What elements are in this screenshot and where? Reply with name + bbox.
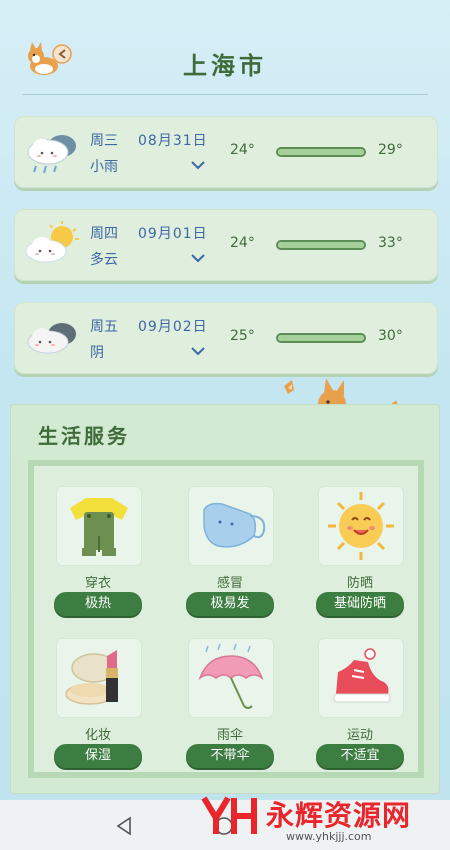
- watermark-name: 永辉资源网: [266, 799, 412, 832]
- mask-icon: [203, 502, 266, 548]
- service-tile: [318, 638, 404, 718]
- service-value-badge: 极易发: [186, 592, 274, 616]
- life-services-panel: 生活服务 穿衣 极热 感冒 极易发 防晒 基础防晒 化妆 保湿 雨伞 不带伞 运…: [10, 404, 440, 794]
- service-value-badge: 基础防晒: [316, 592, 404, 616]
- temp-max: 30°: [378, 328, 403, 344]
- service-label: 化妆: [84, 728, 111, 743]
- partly-cloudy-icon: [25, 221, 79, 263]
- temp-max: 33°: [378, 235, 403, 251]
- page-title: 上海市: [183, 52, 267, 80]
- service-value-badge: 极热: [54, 592, 142, 616]
- service-label: 感冒: [216, 576, 243, 591]
- forecast-weekday: 周三: [90, 133, 118, 149]
- service-label: 运动: [346, 728, 373, 743]
- chevron-down-icon[interactable]: [190, 158, 206, 172]
- service-cold[interactable]: 感冒 极易发: [180, 480, 280, 630]
- life-services-grid: 穿衣 极热 感冒 极易发 防晒 基础防晒 化妆 保湿 雨伞 不带伞 运动 不适宜: [28, 460, 424, 778]
- clothing-icon: [70, 498, 128, 556]
- header-divider: [22, 94, 428, 95]
- forecast-condition: 小雨: [90, 159, 118, 175]
- service-label: 雨伞: [216, 728, 243, 743]
- nav-back-icon[interactable]: [112, 814, 136, 838]
- life-services-title: 生活服务: [38, 424, 130, 448]
- chevron-down-icon[interactable]: [190, 344, 206, 358]
- service-label: 穿衣: [84, 576, 111, 591]
- service-value-badge: 保湿: [54, 744, 142, 768]
- service-tile: [188, 638, 274, 718]
- forecast-date: 09月02日: [138, 319, 208, 335]
- temp-range-bar: [276, 333, 366, 343]
- forecast-date: 08月31日: [138, 133, 208, 149]
- sun-icon: [328, 492, 394, 560]
- service-value-badge: 不带伞: [186, 744, 274, 768]
- makeup-icon: [65, 650, 118, 705]
- service-clothing[interactable]: 穿衣 极热: [48, 480, 148, 630]
- header: 上海市: [0, 0, 450, 96]
- forecast-day-card[interactable]: 周三 08月31日 小雨 24° 29°: [14, 116, 438, 188]
- temp-range-bar: [276, 240, 366, 250]
- service-makeup[interactable]: 化妆 保湿: [48, 632, 148, 782]
- temp-range-fill: [278, 149, 364, 155]
- temp-max: 29°: [378, 142, 403, 158]
- forecast-date: 09月01日: [138, 226, 208, 242]
- temp-min: 24°: [230, 235, 255, 251]
- temp-min: 25°: [230, 328, 255, 344]
- temp-range-fill: [278, 335, 364, 341]
- forecast-condition: 多云: [90, 252, 118, 268]
- watermark-url: www.yhkjjj.com: [286, 830, 372, 843]
- watermark: 永辉资源网 www.yhkjjj.com: [200, 788, 440, 846]
- temp-min: 24°: [230, 142, 255, 158]
- forecast-day-card[interactable]: 周五 09月02日 阴 25° 30°: [14, 302, 438, 374]
- service-label: 防晒: [346, 576, 373, 591]
- overcast-cloud-icon: [27, 323, 76, 354]
- service-value-badge: 不适宜: [316, 744, 404, 768]
- service-umbrella[interactable]: 雨伞 不带伞: [180, 632, 280, 782]
- service-tile: [56, 638, 142, 718]
- service-tile: [188, 486, 274, 566]
- forecast-weekday: 周五: [90, 319, 118, 335]
- rain-cloud-icon: [27, 135, 76, 174]
- forecast-condition: 阴: [90, 345, 104, 361]
- forecast-day-card[interactable]: 周四 09月01日 多云 24° 33°: [14, 209, 438, 281]
- service-sports[interactable]: 运动 不适宜: [310, 632, 410, 782]
- chevron-down-icon[interactable]: [190, 251, 206, 265]
- service-tile: [318, 486, 404, 566]
- temp-range-bar: [276, 147, 366, 157]
- forecast-weekday: 周四: [90, 226, 118, 242]
- watermark-logo-icon: [201, 796, 257, 834]
- service-sunscreen[interactable]: 防晒 基础防晒: [310, 480, 410, 630]
- sneaker-icon: [333, 648, 391, 703]
- temp-range-fill: [278, 242, 364, 248]
- umbrella-icon: [198, 643, 264, 709]
- service-tile: [56, 486, 142, 566]
